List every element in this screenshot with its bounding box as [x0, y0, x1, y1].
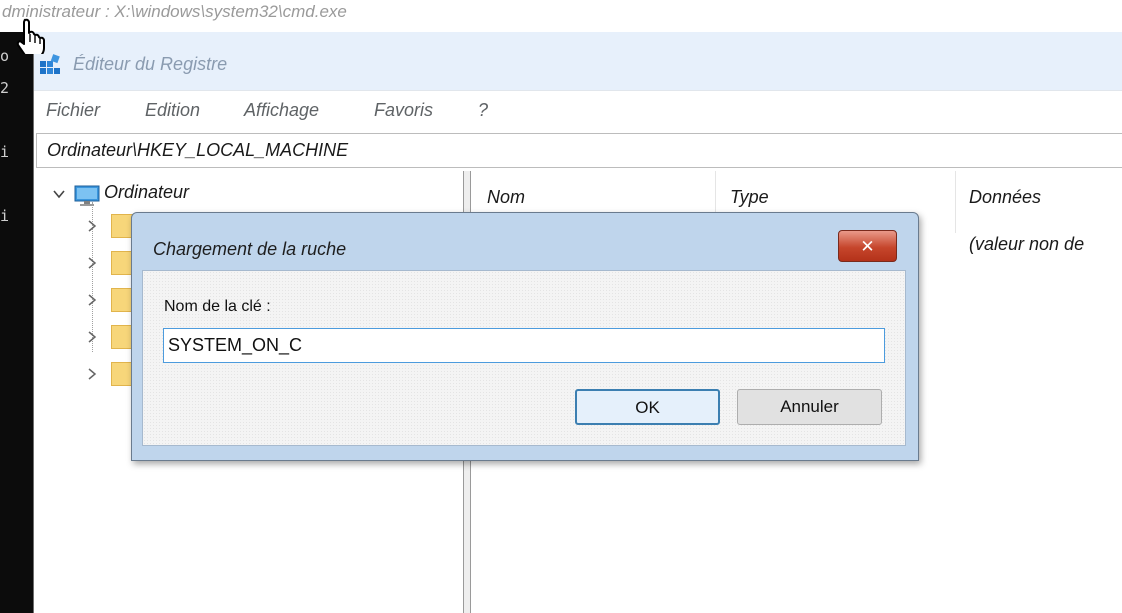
menu-favoris[interactable]: Favoris	[374, 100, 433, 121]
key-name-input[interactable]	[163, 328, 885, 363]
chevron-right-icon[interactable]	[86, 367, 98, 381]
cmd-console-area: o 2 i i	[0, 32, 33, 613]
cmd-window-title: dministrateur : X:\windows\system32\cmd.…	[2, 2, 347, 21]
dialog-title: Chargement de la ruche	[153, 239, 347, 259]
tree-root-label: Ordinateur	[104, 182, 190, 202]
regedit-title: Éditeur du Registre	[73, 54, 228, 74]
chevron-right-icon[interactable]	[86, 219, 98, 233]
hand-pointer-icon	[16, 18, 45, 54]
chevron-right-icon[interactable]	[86, 256, 98, 270]
computer-monitor-icon	[74, 185, 100, 206]
cmd-console-char: i	[0, 143, 10, 161]
chevron-down-icon[interactable]	[52, 187, 66, 201]
value-row-data[interactable]: (valeur non de	[969, 234, 1084, 255]
close-icon: ✕	[860, 237, 875, 257]
close-button[interactable]: ✕	[838, 230, 897, 262]
regedit-icon	[40, 54, 60, 74]
load-hive-dialog: Chargement de la ruche ✕ Nom de la clé :…	[131, 212, 919, 461]
ok-button[interactable]: OK	[575, 389, 720, 425]
cmd-window-titlebar: dministrateur : X:\windows\system32\cmd.…	[0, 0, 1122, 32]
menu-fichier[interactable]: Fichier	[46, 100, 100, 121]
chevron-right-icon[interactable]	[86, 330, 98, 344]
dialog-body: Nom de la clé : OK Annuler	[142, 270, 906, 446]
column-header-nom[interactable]: Nom	[487, 187, 525, 208]
cancel-button[interactable]: Annuler	[737, 389, 882, 425]
menu-edition[interactable]: Edition	[145, 100, 200, 121]
menu-bar: Fichier Edition Affichage Favoris ?	[34, 90, 1122, 131]
regedit-titlebar[interactable]: Éditeur du Registre	[34, 32, 1122, 90]
address-path: Ordinateur\HKEY_LOCAL_MACHINE	[47, 140, 349, 160]
cmd-console-char: i	[0, 207, 10, 225]
key-name-label: Nom de la clé :	[164, 298, 271, 315]
chevron-right-icon[interactable]	[86, 293, 98, 307]
menu-affichage[interactable]: Affichage	[244, 100, 319, 121]
address-bar[interactable]: Ordinateur\HKEY_LOCAL_MACHINE	[36, 133, 1122, 168]
column-separator[interactable]	[955, 171, 956, 233]
cmd-console-char: o	[0, 47, 10, 65]
column-header-type[interactable]: Type	[730, 187, 769, 208]
column-header-donnees[interactable]: Données	[969, 187, 1041, 208]
menu-help[interactable]: ?	[478, 100, 488, 121]
cmd-console-char: 2	[0, 79, 10, 97]
